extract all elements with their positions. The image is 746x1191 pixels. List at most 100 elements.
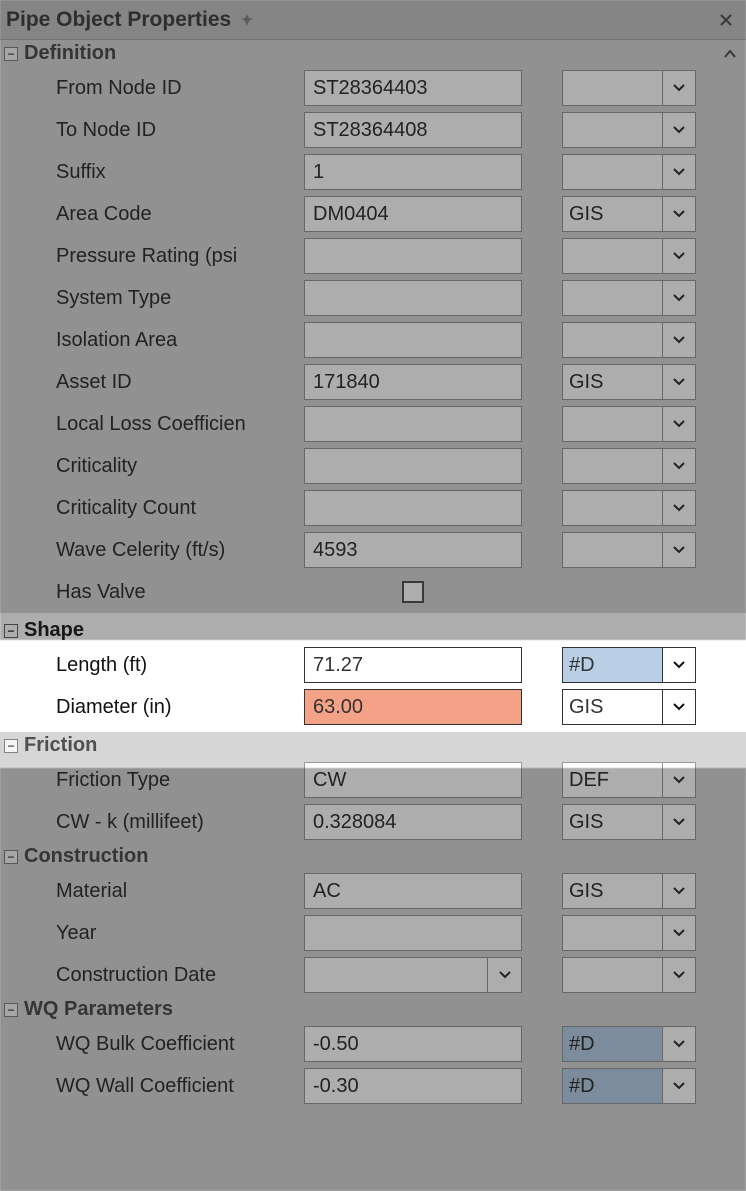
source-cell[interactable]: GIS (562, 689, 662, 725)
row-cw-k: CW - k (millifeet) 0.328084 GIS (0, 801, 746, 843)
field-label: WQ Bulk Coefficient (4, 1033, 304, 1056)
source-cell[interactable] (562, 532, 662, 568)
source-cell[interactable] (562, 154, 662, 190)
collapse-icon[interactable]: − (4, 739, 18, 753)
field-label: Criticality Count (4, 497, 304, 520)
chevron-down-icon[interactable] (662, 280, 696, 316)
source-cell[interactable] (562, 238, 662, 274)
section-title: Construction (24, 845, 148, 868)
row-length: Length (ft) 71.27 #D (0, 644, 746, 686)
source-cell[interactable] (562, 490, 662, 526)
panel-title: Pipe Object Properties (6, 8, 231, 32)
material-field[interactable]: AC (304, 873, 522, 909)
chevron-down-icon[interactable] (662, 915, 696, 951)
chevron-down-icon[interactable] (662, 532, 696, 568)
criticality-count-field[interactable] (304, 490, 522, 526)
section-header-shape[interactable]: − Shape (0, 617, 746, 644)
field-label: Friction Type (4, 769, 304, 792)
chevron-down-icon[interactable] (662, 1026, 696, 1062)
close-icon[interactable] (716, 10, 736, 30)
source-cell[interactable] (562, 915, 662, 951)
pressure-rating-field[interactable] (304, 238, 522, 274)
section-shape: − Shape Length (ft) 71.27 #D Diameter (i… (0, 613, 746, 732)
wq-wall-field[interactable]: -0.30 (304, 1068, 522, 1104)
row-diameter: Diameter (in) 63.00 GIS (0, 686, 746, 728)
chevron-down-icon[interactable] (662, 238, 696, 274)
collapse-icon[interactable]: − (4, 1003, 18, 1017)
has-valve-checkbox[interactable] (402, 581, 424, 603)
field-label: Has Valve (4, 581, 304, 604)
source-cell[interactable]: DEF (562, 762, 662, 798)
section-wq: WQ Bulk Coefficient -0.50 #D WQ Wall Coe… (0, 1023, 746, 1107)
source-cell[interactable] (562, 70, 662, 106)
system-type-field[interactable] (304, 280, 522, 316)
row-year: Year (0, 912, 746, 954)
row-system-type: System Type (0, 277, 746, 319)
section-header-definition[interactable]: − Definition (0, 40, 746, 67)
from-node-id-field[interactable]: ST28364403 (304, 70, 522, 106)
section-header-friction[interactable]: − Friction (0, 732, 746, 759)
field-label: Asset ID (4, 371, 304, 394)
source-cell[interactable]: #D (562, 1026, 662, 1062)
source-cell[interactable] (562, 406, 662, 442)
chevron-down-icon[interactable] (662, 448, 696, 484)
source-cell[interactable] (562, 322, 662, 358)
section-header-construction[interactable]: − Construction (0, 843, 746, 870)
chevron-down-icon[interactable] (662, 1068, 696, 1104)
construction-date-field[interactable] (304, 957, 522, 993)
chevron-down-icon[interactable] (487, 958, 521, 992)
cw-k-field[interactable]: 0.328084 (304, 804, 522, 840)
source-cell[interactable]: #D (562, 647, 662, 683)
row-criticality: Criticality (0, 445, 746, 487)
chevron-down-icon[interactable] (662, 689, 696, 725)
source-cell[interactable]: GIS (562, 196, 662, 232)
source-cell[interactable] (562, 280, 662, 316)
titlebar: Pipe Object Properties (0, 0, 746, 40)
source-cell[interactable] (562, 957, 662, 993)
chevron-down-icon[interactable] (662, 873, 696, 909)
chevron-down-icon[interactable] (662, 490, 696, 526)
collapse-icon[interactable]: − (4, 624, 18, 638)
suffix-field[interactable]: 1 (304, 154, 522, 190)
year-field[interactable] (304, 915, 522, 951)
chevron-down-icon[interactable] (662, 406, 696, 442)
row-asset-id: Asset ID 171840 GIS (0, 361, 746, 403)
source-cell[interactable]: GIS (562, 364, 662, 400)
chevron-down-icon[interactable] (662, 762, 696, 798)
isolation-area-field[interactable] (304, 322, 522, 358)
friction-type-field[interactable]: CW (304, 762, 522, 798)
source-cell[interactable] (562, 448, 662, 484)
asset-id-field[interactable]: 171840 (304, 364, 522, 400)
wave-celerity-field[interactable]: 4593 (304, 532, 522, 568)
chevron-down-icon[interactable] (662, 364, 696, 400)
wq-bulk-field[interactable]: -0.50 (304, 1026, 522, 1062)
local-loss-field[interactable] (304, 406, 522, 442)
source-cell[interactable]: GIS (562, 804, 662, 840)
row-criticality-count: Criticality Count (0, 487, 746, 529)
chevron-down-icon[interactable] (662, 647, 696, 683)
area-code-field[interactable]: DM0404 (304, 196, 522, 232)
pin-icon[interactable] (237, 10, 257, 30)
diameter-field[interactable]: 63.00 (304, 689, 522, 725)
field-label: System Type (4, 287, 304, 310)
collapse-icon[interactable]: − (4, 850, 18, 864)
chevron-down-icon[interactable] (662, 957, 696, 993)
chevron-down-icon[interactable] (662, 196, 696, 232)
chevron-down-icon[interactable] (662, 804, 696, 840)
chevron-down-icon[interactable] (662, 322, 696, 358)
section-title: Definition (24, 42, 116, 65)
chevron-down-icon[interactable] (662, 154, 696, 190)
source-cell[interactable] (562, 112, 662, 148)
source-cell[interactable]: GIS (562, 873, 662, 909)
collapse-icon[interactable]: − (4, 47, 18, 61)
criticality-field[interactable] (304, 448, 522, 484)
field-label: WQ Wall Coefficient (4, 1075, 304, 1098)
field-label: Material (4, 880, 304, 903)
source-cell[interactable]: #D (562, 1068, 662, 1104)
section-header-wq[interactable]: − WQ Parameters (0, 996, 746, 1023)
to-node-id-field[interactable]: ST28364408 (304, 112, 522, 148)
chevron-down-icon[interactable] (662, 70, 696, 106)
chevron-down-icon[interactable] (662, 112, 696, 148)
field-label: Pressure Rating (psi (4, 245, 304, 268)
length-field[interactable]: 71.27 (304, 647, 522, 683)
